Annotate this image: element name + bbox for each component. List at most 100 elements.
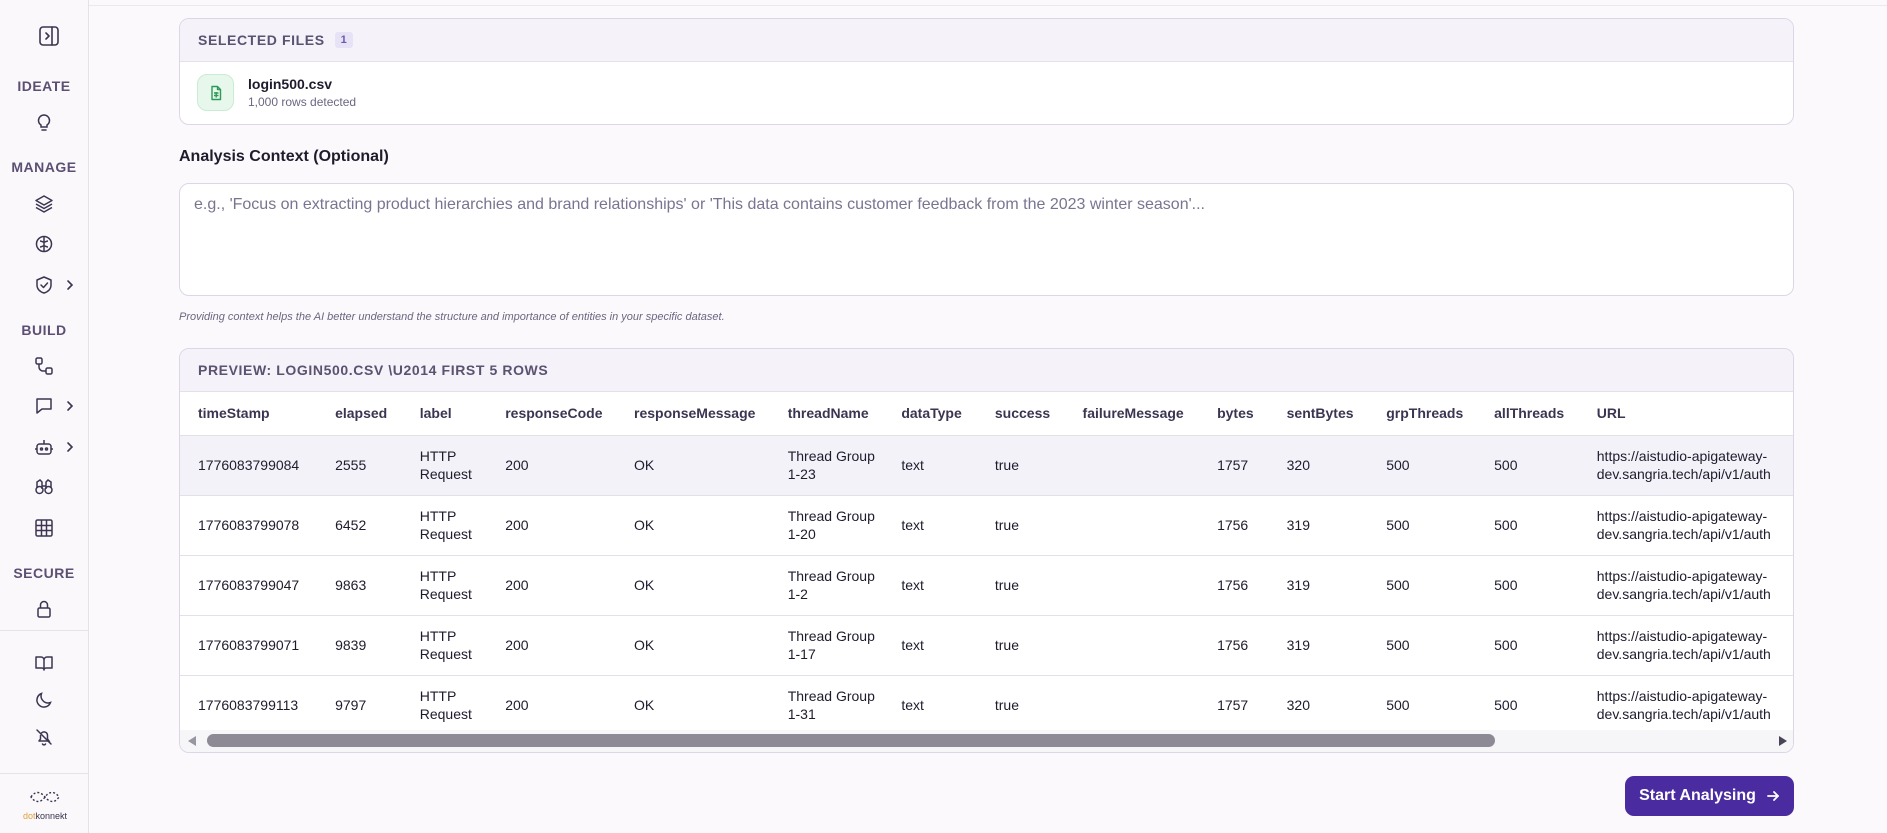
table-cell: 320 — [1268, 675, 1369, 730]
column-header: label — [401, 392, 488, 436]
column-header: elapsed — [317, 392, 402, 436]
table-cell: 319 — [1268, 555, 1369, 616]
chevron-right-icon[interactable] — [64, 279, 76, 291]
table-cell: text — [883, 555, 977, 616]
brain-icon[interactable] — [34, 234, 54, 254]
sidebar-section-manage: MANAGE — [11, 159, 77, 175]
table-row: 1776083799113 9797 HTTP Request 200 OK Thread… — [180, 675, 1793, 730]
selected-files-header: SELECTED FILES 1 — [180, 19, 1793, 62]
table-cell: 500 — [1476, 615, 1579, 676]
sidebar-section-secure: SECURE — [13, 565, 75, 581]
selected-files-count-badge: 1 — [334, 32, 353, 48]
table-cell: 500 — [1368, 555, 1477, 616]
table-cell: 200 — [487, 435, 617, 496]
lightbulb-icon[interactable] — [34, 113, 54, 133]
table-cell: 500 — [1476, 675, 1579, 730]
column-header: grpThreads — [1368, 392, 1477, 436]
table-cell: 200 — [487, 615, 617, 676]
binoculars-icon[interactable] — [34, 477, 54, 497]
table-cell: Thread Group 1-23 — [769, 435, 884, 496]
table-row: 1776083799084 2555 HTTP Request 200 OK Thread… — [180, 435, 1793, 496]
logo-mark-icon — [30, 791, 60, 803]
table-cell: 200 — [487, 675, 617, 730]
no-bell-icon[interactable] — [34, 727, 54, 747]
table-cell: text — [883, 615, 977, 676]
column-header: sentBytes — [1268, 392, 1369, 436]
table-cell: true — [976, 495, 1065, 556]
file-spreadsheet-icon — [197, 74, 234, 111]
table-cell: Thread Group 1-17 — [769, 615, 884, 676]
chevron-right-icon[interactable] — [64, 441, 76, 453]
column-header: bytes — [1199, 392, 1269, 436]
table-cell: 500 — [1476, 495, 1579, 556]
shield-check-icon[interactable] — [34, 275, 54, 295]
table-cell: 9797 — [317, 675, 402, 730]
table-cell: 1756 — [1199, 555, 1269, 616]
table-cell: 500 — [1476, 555, 1579, 616]
start-analysing-button[interactable]: Start Analysing — [1625, 776, 1794, 816]
table-cell: 1776083799084 — [180, 435, 318, 496]
selected-files-card: SELECTED FILES 1 login500.csv 1,000 rows… — [179, 18, 1794, 125]
column-header: success — [976, 392, 1065, 436]
table-cell: 500 — [1368, 495, 1477, 556]
table-cell: https://aistudio-apigateway-dev.sangria.… — [1578, 495, 1793, 556]
table-cell: HTTP Request — [401, 615, 488, 676]
table-cell: Thread Group 1-31 — [769, 675, 884, 730]
table-cell — [1064, 435, 1200, 496]
sidebar-divider — [0, 773, 88, 774]
workflow-icon[interactable] — [34, 356, 54, 376]
table-cell: true — [976, 615, 1065, 676]
table-cell: OK — [616, 615, 770, 676]
table-cell: true — [976, 435, 1065, 496]
table-cell: OK — [616, 555, 770, 616]
column-header: responseMessage — [616, 392, 770, 436]
start-analysing-label: Start Analysing — [1639, 787, 1756, 804]
column-header: allThreads — [1476, 392, 1579, 436]
sidebar-divider — [0, 630, 88, 631]
table-row: 1776083799078 6452 HTTP Request 200 OK Thread… — [180, 495, 1793, 556]
panel-toggle-icon[interactable] — [38, 25, 60, 47]
scroll-right-arrow-icon[interactable] — [1779, 736, 1787, 746]
table-cell — [1064, 495, 1200, 556]
table-cell: 1776083799047 — [180, 555, 318, 616]
table-cell: 1756 — [1199, 615, 1269, 676]
table-cell: text — [883, 675, 977, 730]
preview-table: timeStamp elapsed label responseCode res… — [180, 392, 1793, 730]
moon-icon[interactable] — [34, 690, 54, 710]
table-cell: HTTP Request — [401, 555, 488, 616]
selected-files-title: SELECTED FILES — [198, 32, 325, 48]
column-header: failureMessage — [1064, 392, 1200, 436]
table-cell: text — [883, 435, 977, 496]
lock-icon[interactable] — [34, 599, 54, 619]
chat-icon[interactable] — [34, 396, 54, 416]
table-cell: text — [883, 495, 977, 556]
table-cell: 2555 — [317, 435, 402, 496]
preview-title: PREVIEW: LOGIN500.CSV \U2014 FIRST 5 ROW… — [180, 349, 1793, 392]
scroll-left-arrow-icon[interactable] — [188, 736, 196, 746]
layers-icon[interactable] — [34, 194, 54, 214]
column-header: threadName — [769, 392, 884, 436]
table-cell: true — [976, 555, 1065, 616]
scrollbar-thumb[interactable] — [207, 734, 1495, 747]
preview-table-scroll[interactable]: timeStamp elapsed label responseCode res… — [180, 392, 1793, 730]
horizontal-scrollbar[interactable] — [180, 730, 1793, 752]
table-cell: 500 — [1476, 435, 1579, 496]
column-header: dataType — [883, 392, 977, 436]
analysis-context-input[interactable] — [179, 183, 1794, 296]
table-cell: https://aistudio-apigateway-dev.sangria.… — [1578, 555, 1793, 616]
table-cell: 200 — [487, 495, 617, 556]
analysis-context-label: Analysis Context (Optional) — [179, 148, 389, 165]
robot-icon[interactable] — [34, 437, 54, 457]
book-icon[interactable] — [34, 653, 54, 673]
table-cell: https://aistudio-apigateway-dev.sangria.… — [1578, 435, 1793, 496]
table-body: 1776083799084 2555 HTTP Request 200 OK Thread… — [180, 435, 1793, 730]
table-cell: 1776083799071 — [180, 615, 318, 676]
table-cell: https://aistudio-apigateway-dev.sangria.… — [1578, 615, 1793, 676]
chevron-right-icon[interactable] — [64, 400, 76, 412]
top-bar-edge — [89, 0, 1887, 6]
table-cell: 319 — [1268, 615, 1369, 676]
table-grid-icon[interactable] — [34, 518, 54, 538]
sidebar: IDEATE MANAGE BUILD SECURE dotkonnekt — [0, 0, 89, 833]
preview-card: PREVIEW: LOGIN500.CSV \U2014 FIRST 5 ROW… — [179, 348, 1794, 753]
logo: dotkonnekt — [18, 790, 72, 824]
